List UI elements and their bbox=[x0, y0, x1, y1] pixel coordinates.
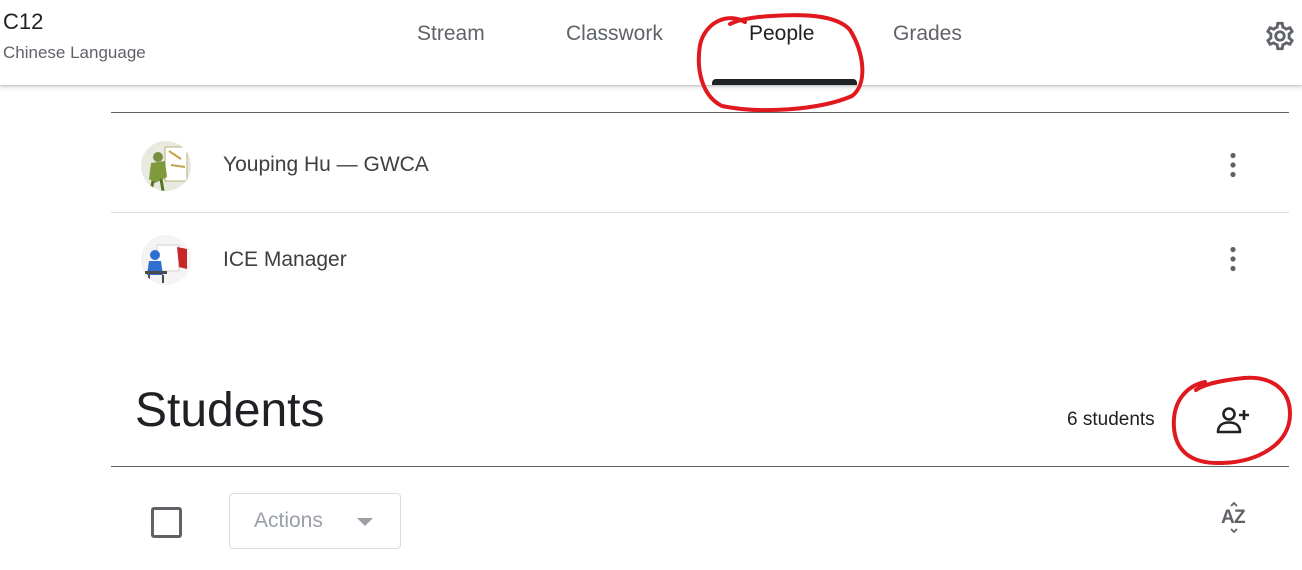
teacher-row: Youping Hu — GWCA bbox=[111, 118, 1289, 212]
person-add-icon bbox=[1216, 407, 1249, 434]
tab-classwork[interactable]: Classwork bbox=[566, 22, 663, 46]
photo-avatar-icon bbox=[141, 235, 191, 285]
class-subject: Chinese Language bbox=[3, 43, 146, 62]
tab-stream[interactable]: Stream bbox=[417, 22, 485, 46]
active-tab-indicator bbox=[712, 79, 857, 85]
tab-grades[interactable]: Grades bbox=[893, 22, 962, 46]
svg-text:A: A bbox=[1221, 507, 1235, 528]
teacher-more-button[interactable] bbox=[1217, 145, 1249, 185]
more-vert-icon bbox=[1230, 152, 1236, 178]
teacher-avatar bbox=[141, 235, 191, 285]
class-header: C12 Chinese Language Stream Classwork Pe… bbox=[0, 0, 1302, 85]
photo-avatar-icon bbox=[141, 141, 191, 191]
select-all-checkbox[interactable] bbox=[151, 507, 182, 538]
teacher-name: Youping Hu — GWCA bbox=[223, 153, 429, 176]
student-count: 6 students bbox=[1067, 409, 1155, 430]
tab-people[interactable]: People bbox=[749, 22, 814, 46]
gear-icon bbox=[1266, 21, 1294, 51]
chevron-down-icon bbox=[357, 518, 373, 526]
actions-label: Actions bbox=[254, 509, 323, 532]
sort-button[interactable]: A Z bbox=[1212, 498, 1256, 538]
svg-text:Z: Z bbox=[1234, 507, 1246, 528]
teacher-name: ICE Manager bbox=[223, 248, 347, 271]
teacher-more-button[interactable] bbox=[1217, 239, 1249, 279]
class-name[interactable]: C12 bbox=[3, 9, 43, 35]
more-vert-icon bbox=[1230, 246, 1236, 272]
sort-az-icon: A Z bbox=[1221, 501, 1246, 534]
section-divider bbox=[111, 466, 1289, 467]
teacher-row: ICE Manager bbox=[111, 213, 1289, 307]
actions-dropdown[interactable]: Actions bbox=[229, 493, 401, 549]
students-heading: Students bbox=[135, 384, 325, 437]
section-divider bbox=[111, 112, 1289, 113]
settings-button[interactable] bbox=[1260, 16, 1300, 56]
teacher-avatar bbox=[141, 141, 191, 191]
invite-students-button[interactable] bbox=[1212, 400, 1256, 440]
